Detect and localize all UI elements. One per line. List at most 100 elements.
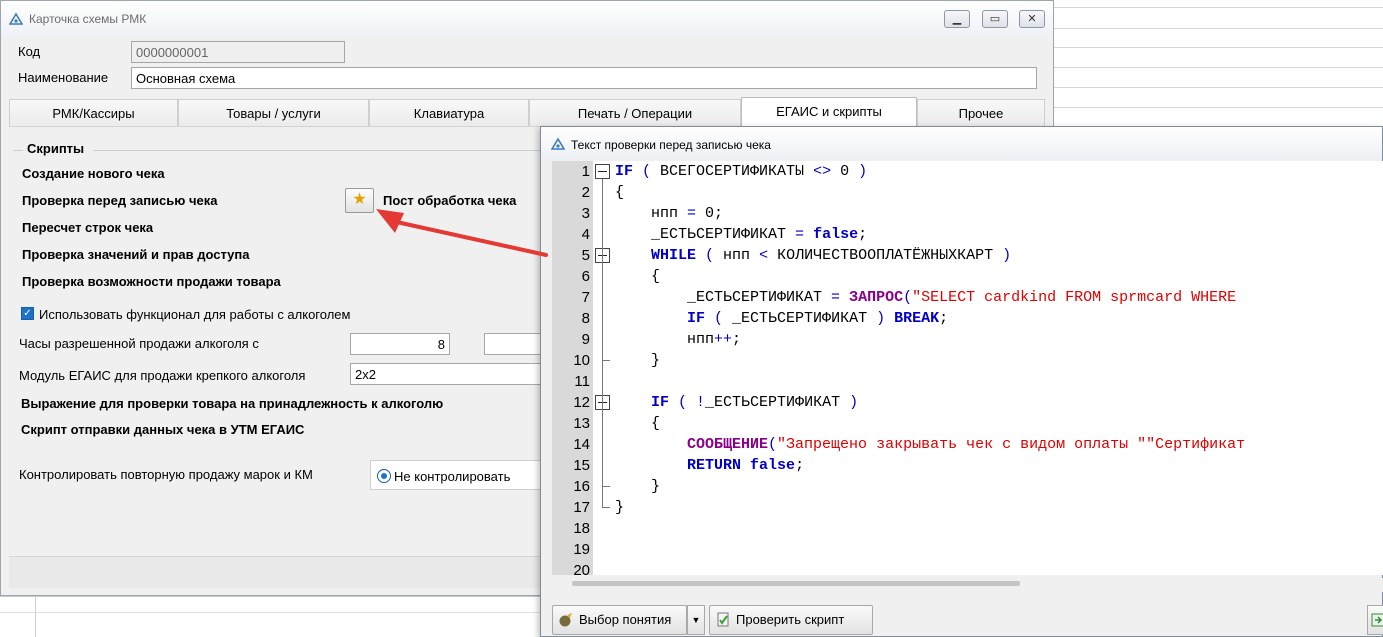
control-resale-radio-group: Не контролировать bbox=[370, 460, 545, 490]
code-line[interactable]: 14 СООБЩЕНИЕ("Запрещено закрывать чек с … bbox=[552, 434, 1383, 455]
code-line[interactable]: 11 bbox=[552, 371, 1383, 392]
scripts-group-title: Скрипты bbox=[27, 141, 85, 156]
code-text: { bbox=[615, 268, 661, 285]
code-text: } bbox=[615, 352, 661, 369]
check-document-icon bbox=[717, 612, 729, 627]
code-line[interactable]: 15 RETURN false; bbox=[552, 455, 1383, 476]
code-line[interactable]: 12 IF ( !_ЕСТЬСЕРТИФИКАТ ) bbox=[552, 392, 1383, 413]
script-editor-window: Текст проверки перед записью чека 1 IF ( … bbox=[540, 126, 1383, 637]
alcohol-expression-label[interactable]: Выражение для проверки товара на принадл… bbox=[21, 396, 443, 411]
concept-select-label: Выбор понятия bbox=[579, 612, 672, 627]
script-post-processing[interactable]: Пост обработка чека bbox=[383, 193, 516, 208]
hours-to-field[interactable] bbox=[484, 333, 544, 355]
code-line[interactable]: 5 WHILE ( нпп < КОЛИЧЕСТВООПЛАТЁЖНЫХКАРТ… bbox=[552, 245, 1383, 266]
code-line[interactable]: 20 bbox=[552, 560, 1383, 575]
code-line[interactable]: 16 } bbox=[552, 476, 1383, 497]
code-text: { bbox=[615, 415, 661, 432]
line-number: 4 bbox=[581, 226, 590, 243]
tab-rmk-cashiers[interactable]: РМК/Кассиры bbox=[9, 99, 178, 127]
script-new-check[interactable]: Создание нового чека bbox=[22, 166, 165, 181]
fold-guide-end bbox=[602, 360, 610, 361]
tab-goods-services[interactable]: Товары / услуги bbox=[178, 99, 369, 127]
window-title: Карточка схемы РМК bbox=[29, 12, 147, 26]
fold-guide-end bbox=[602, 507, 610, 508]
line-number: 17 bbox=[573, 499, 590, 516]
exit-icon[interactable] bbox=[1367, 605, 1383, 635]
egais-module-field[interactable]: 2x2 bbox=[350, 363, 545, 385]
close-button[interactable]: ✕ bbox=[1019, 10, 1045, 28]
code-label: Код bbox=[18, 44, 41, 59]
code-text: RETURN false; bbox=[687, 457, 805, 474]
script-check-before-save[interactable]: Проверка перед записью чека bbox=[22, 193, 218, 208]
code-text: IF ( ВСЕГОСЕРТИФИКАТЫ <> 0 ) bbox=[615, 163, 868, 180]
check-script-label: Проверить скрипт bbox=[736, 612, 845, 627]
app-logo-icon bbox=[551, 137, 565, 150]
code-editor[interactable]: 1 IF ( ВСЕГОСЕРТИФИКАТЫ <> 0 ) 2{3 нпп = 0… bbox=[552, 161, 1383, 575]
code-text: } bbox=[615, 478, 661, 495]
code-text: { bbox=[615, 184, 625, 201]
tab-other[interactable]: Прочее bbox=[917, 99, 1045, 127]
name-field[interactable]: Основная схема bbox=[131, 67, 1037, 89]
maximize-button[interactable]: ▭ bbox=[982, 10, 1008, 28]
check-script-button[interactable]: Проверить скрипт bbox=[709, 605, 873, 635]
app-logo-icon bbox=[9, 12, 23, 25]
hours-from-field[interactable]: 8 bbox=[350, 333, 450, 355]
line-number: 13 bbox=[573, 415, 590, 432]
use-alcohol-checkbox[interactable]: ✓ bbox=[21, 307, 34, 320]
line-number: 14 bbox=[573, 436, 590, 453]
code-line[interactable]: 2{ bbox=[552, 182, 1383, 203]
utm-script-label[interactable]: Скрипт отправки данных чека в УТМ ЕГАИС bbox=[21, 422, 304, 437]
code-line[interactable]: 18 bbox=[552, 518, 1383, 539]
code-line[interactable]: 19 bbox=[552, 539, 1383, 560]
fold-guide-end bbox=[602, 486, 610, 487]
line-number: 5 bbox=[581, 247, 590, 264]
code-line[interactable]: 9 нпп++; bbox=[552, 329, 1383, 350]
editor-title: Текст проверки перед записью чека bbox=[571, 138, 771, 152]
hours-label: Часы разрешенной продажи алкоголя с bbox=[19, 336, 259, 351]
line-number: 20 bbox=[573, 562, 590, 575]
code-line[interactable]: 1 IF ( ВСЕГОСЕРТИФИКАТЫ <> 0 ) bbox=[552, 161, 1383, 182]
window-titlebar: Карточка схемы РМК ▁ ▭ ✕ bbox=[1, 1, 1053, 37]
concept-select-button[interactable]: Выбор понятия bbox=[552, 605, 687, 635]
chevron-down-icon[interactable]: ▼ bbox=[687, 605, 705, 635]
line-number: 10 bbox=[573, 352, 590, 369]
line-number: 1 bbox=[581, 163, 590, 180]
horizontal-scrollbar[interactable] bbox=[552, 578, 1383, 592]
code-line[interactable]: 6 { bbox=[552, 266, 1383, 287]
use-alcohol-label: Использовать функционал для работы с алк… bbox=[39, 307, 351, 322]
code-line[interactable]: 10 } bbox=[552, 350, 1383, 371]
line-number: 19 bbox=[573, 541, 590, 558]
code-field[interactable]: 0000000001 bbox=[131, 41, 345, 63]
line-number: 15 bbox=[573, 457, 590, 474]
line-number: 3 bbox=[581, 205, 590, 222]
code-text: _ЕСТЬСЕРТИФИКАТ = false; bbox=[615, 226, 868, 243]
code-text: нпп++; bbox=[615, 331, 742, 348]
minimize-button[interactable]: ▁ bbox=[944, 10, 970, 28]
script-check-sale[interactable]: Проверка возможности продажи товара bbox=[22, 274, 281, 289]
code-line[interactable]: 7 _ЕСТЬСЕРТИФИКАТ = ЗАПРОС("SELECT cardk… bbox=[552, 287, 1383, 308]
line-number: 9 bbox=[581, 331, 590, 348]
background-bottom-grid bbox=[0, 596, 560, 637]
code-text: } bbox=[615, 499, 625, 516]
tab-egais-scripts[interactable]: ЕГАИС и скрипты bbox=[741, 97, 917, 128]
line-number: 6 bbox=[581, 268, 590, 285]
star-icon[interactable]: ★ bbox=[345, 188, 374, 213]
line-number: 12 bbox=[573, 394, 590, 411]
tab-print-operations[interactable]: Печать / Операции bbox=[529, 99, 741, 127]
script-recalc-lines[interactable]: Пересчет строк чека bbox=[22, 220, 153, 235]
code-line[interactable]: 8 IF ( _ЕСТЬСЕРТИФИКАТ ) BREAK; bbox=[552, 308, 1383, 329]
code-line[interactable]: 17} bbox=[552, 497, 1383, 518]
code-line[interactable]: 13 { bbox=[552, 413, 1383, 434]
control-resale-label: Контролировать повторную продажу марок и… bbox=[19, 467, 313, 482]
code-line[interactable]: 4 _ЕСТЬСЕРТИФИКАТ = false; bbox=[552, 224, 1383, 245]
radio-no-control[interactable] bbox=[377, 469, 391, 483]
line-number: 11 bbox=[574, 373, 590, 390]
code-text: IF ( _ЕСТЬСЕРТИФИКАТ ) BREAK; bbox=[687, 310, 949, 327]
fold-toggle[interactable] bbox=[595, 164, 610, 179]
line-number: 7 bbox=[581, 289, 590, 306]
code-line[interactable]: 3 нпп = 0; bbox=[552, 203, 1383, 224]
tab-bar: РМК/Кассиры Товары / услуги Клавиатура П… bbox=[9, 97, 1045, 128]
script-check-access[interactable]: Проверка значений и прав доступа bbox=[22, 247, 250, 262]
tab-keyboard[interactable]: Клавиатура bbox=[369, 99, 529, 127]
fold-guide bbox=[602, 410, 603, 486]
